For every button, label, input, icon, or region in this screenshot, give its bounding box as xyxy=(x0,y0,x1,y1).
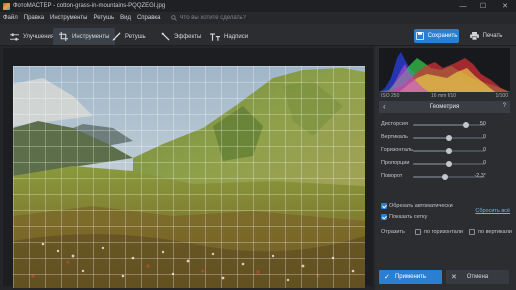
tab-label: Инструменты xyxy=(72,33,110,40)
flip-horizontal-checkbox[interactable] xyxy=(415,229,421,235)
tab-text[interactable]: Надписи xyxy=(204,28,254,45)
save-label: Сохранить xyxy=(427,33,458,39)
apply-label: Применить xyxy=(394,274,426,280)
menu-file[interactable]: Файл xyxy=(3,15,18,21)
cancel-button[interactable]: ✕ Отмена xyxy=(446,270,509,284)
lens-value: 16 mm f/10 xyxy=(431,93,457,99)
brush-icon xyxy=(112,32,121,41)
crop-icon xyxy=(59,32,68,41)
slider-track[interactable] xyxy=(413,122,485,128)
maximize-button[interactable]: ☐ xyxy=(475,0,491,12)
reset-all-link[interactable]: Сбросить всё xyxy=(475,208,510,214)
printer-icon xyxy=(469,32,479,40)
flip-label: Отразить xyxy=(381,229,405,235)
auto-crop-label[interactable]: Обрезать автоматически xyxy=(389,203,453,209)
slider-knob[interactable] xyxy=(446,161,452,167)
print-button[interactable]: Печать xyxy=(462,29,510,43)
apply-button[interactable]: ✓ Применить xyxy=(379,270,442,284)
slider-label: Вертикаль xyxy=(381,134,408,140)
close-window-button[interactable]: ✕ xyxy=(497,0,513,12)
tab-label: Улучшения xyxy=(23,33,55,40)
iso-value: ISO 250 xyxy=(381,93,400,99)
window-title: ФотоМАСТЕР - cotton-grass-in-mountains-P… xyxy=(13,3,166,9)
distortion-slider[interactable]: Дисторсия 50 xyxy=(379,118,510,130)
slider-track[interactable] xyxy=(413,161,485,167)
vertical-slider[interactable]: Вертикаль 0 xyxy=(379,131,510,143)
panel-title: Геометрия xyxy=(429,104,460,110)
tab-enhancements[interactable]: Улучшения xyxy=(4,28,60,45)
flip-vertical-checkbox[interactable] xyxy=(469,229,475,235)
auto-crop-checkbox[interactable] xyxy=(381,203,387,209)
shutter-value: 1/100 xyxy=(495,93,508,99)
menu-edit[interactable]: Правка xyxy=(24,15,44,21)
print-label: Печать xyxy=(482,33,503,39)
close-icon: ✕ xyxy=(451,274,457,281)
slider-knob[interactable] xyxy=(446,148,452,154)
back-icon[interactable]: ‹ xyxy=(383,102,386,111)
magic-wand-icon xyxy=(161,32,170,41)
save-icon xyxy=(415,32,424,40)
slider-track[interactable] xyxy=(413,135,485,141)
flip-horizontal-label[interactable]: по горизонтали xyxy=(424,229,463,235)
slider-value: 0 xyxy=(482,147,486,153)
rotation-slider[interactable]: Поворот -2,3° xyxy=(379,170,510,182)
flip-options: Отразить по горизонтали по вертикали xyxy=(379,227,513,237)
slider-label: Пропорции xyxy=(381,160,410,166)
menu-tools[interactable]: Инструменты xyxy=(50,15,87,21)
close-icon: ✕ xyxy=(502,3,508,10)
show-grid-label[interactable]: Показать сетку xyxy=(389,214,427,220)
cancel-label: Отмена xyxy=(466,274,489,280)
check-icon: ✓ xyxy=(384,274,390,281)
save-button[interactable]: Сохранить xyxy=(414,29,459,43)
text-icon xyxy=(210,33,220,41)
slider-value: 50 xyxy=(479,121,486,127)
menu-retouch[interactable]: Ретушь xyxy=(93,15,114,21)
app-logo-icon xyxy=(3,2,10,10)
menu-view[interactable]: Вид xyxy=(120,15,131,21)
slider-knob[interactable] xyxy=(442,174,449,180)
canvas-area xyxy=(3,48,373,288)
tab-effects[interactable]: Эффекты xyxy=(155,28,207,45)
tab-retouch[interactable]: Ретушь xyxy=(106,28,152,45)
title-bar: ФотоМАСТЕР - cotton-grass-in-mountains-P… xyxy=(0,0,516,12)
help-icon[interactable]: ? xyxy=(503,103,506,109)
menu-search xyxy=(170,15,290,21)
maximize-icon: ☐ xyxy=(479,3,487,10)
search-icon xyxy=(170,15,177,21)
horizontal-slider[interactable]: Горизонталь 0 xyxy=(379,144,510,156)
mountain-photo xyxy=(13,66,365,288)
geometry-header: ‹ Геометрия ? xyxy=(379,101,510,113)
slider-track[interactable] xyxy=(413,148,485,154)
minimize-icon: — xyxy=(459,2,467,10)
histogram-chart xyxy=(379,52,510,92)
slider-value: 0 xyxy=(482,134,486,140)
sliders-icon xyxy=(10,32,19,41)
menu-help[interactable]: Справка xyxy=(137,15,161,21)
slider-label: Дисторсия xyxy=(381,121,408,127)
slider-knob[interactable] xyxy=(446,135,452,141)
slider-knob[interactable] xyxy=(463,122,470,128)
right-panel: ISO 250 16 mm f/10 1/100 ‹ Геометрия ? Д… xyxy=(376,46,516,290)
menu-bar: Файл Правка Инструменты Ретушь Вид Справ… xyxy=(0,12,516,24)
photo-canvas[interactable] xyxy=(13,66,365,288)
tab-label: Ретушь xyxy=(125,33,146,40)
tab-label: Надписи xyxy=(224,33,249,40)
workspace xyxy=(0,46,375,290)
slider-label: Поворот xyxy=(381,173,403,179)
show-grid-checkbox[interactable] xyxy=(381,214,387,220)
proportions-slider[interactable]: Пропорции 0 xyxy=(379,157,510,169)
minimize-button[interactable]: — xyxy=(455,0,471,12)
search-input[interactable] xyxy=(179,15,290,21)
slider-value: 0 xyxy=(482,160,486,166)
slider-value: -2,3° xyxy=(474,173,486,179)
slider-label: Горизонталь xyxy=(381,147,413,153)
tab-label: Эффекты xyxy=(174,33,202,40)
exif-info: ISO 250 16 mm f/10 1/100 xyxy=(379,93,510,101)
histogram xyxy=(379,48,510,92)
flip-vertical-label[interactable]: по вертикали xyxy=(478,229,512,235)
